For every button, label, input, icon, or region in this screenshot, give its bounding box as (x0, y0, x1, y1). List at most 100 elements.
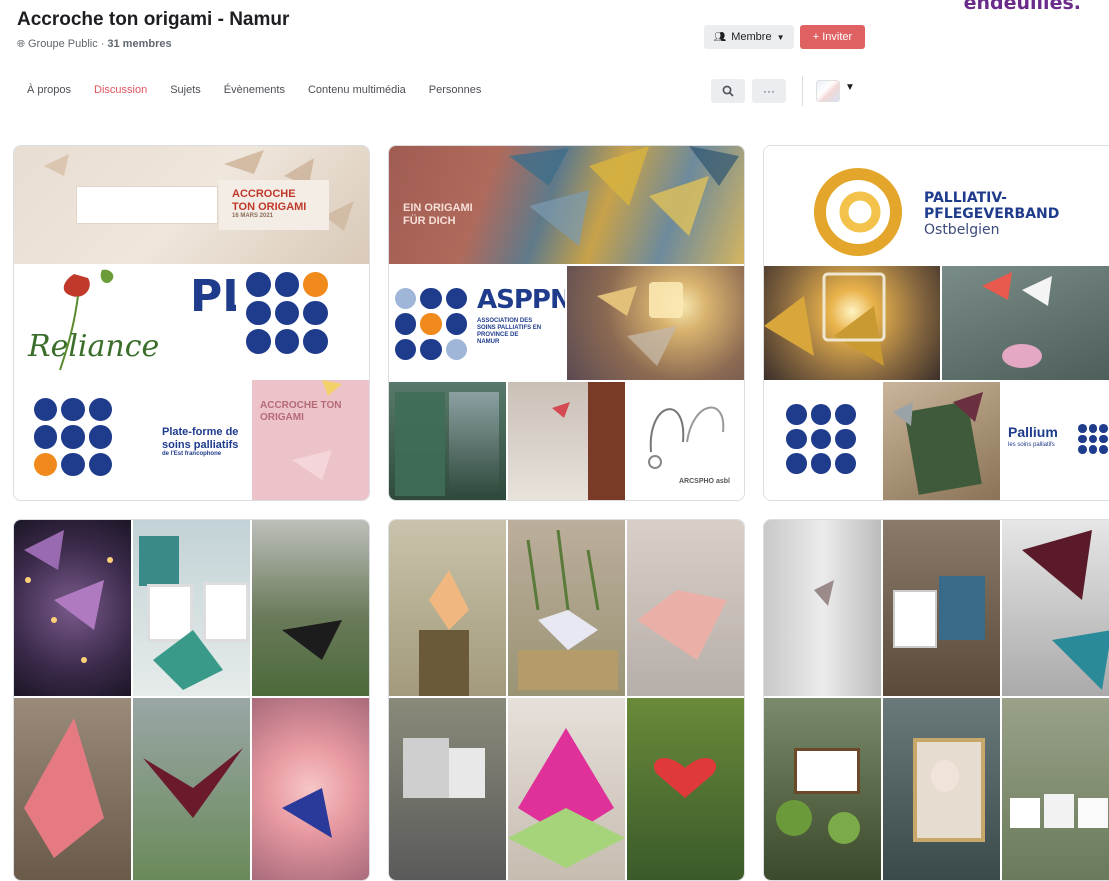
post-photo[interactable] (14, 520, 131, 696)
post-photo[interactable] (627, 698, 744, 880)
post-photo[interactable] (883, 698, 1000, 880)
post-photo[interactable] (764, 382, 881, 500)
post-photo[interactable]: ARCSPHO asbl (627, 382, 744, 500)
logo-dots (246, 272, 328, 354)
caret-down-icon: ▼ (776, 32, 785, 42)
member-button[interactable]: 👥︎ Membre ▼ (704, 25, 794, 49)
group-avatar[interactable] (816, 80, 840, 102)
member-button-label: Membre (731, 31, 772, 43)
post-photo[interactable] (133, 698, 250, 880)
group-subtitle: 🌐︎ Groupe Public · 31 membres (17, 38, 172, 50)
logo-dot (420, 288, 442, 310)
photo-post-card[interactable]: ACCROCHE TON ORIGAMI 16 MARS 2021 Relian… (13, 145, 370, 501)
logo-dot (810, 428, 832, 450)
post-photo[interactable]: ASPPN ASSOCIATION DES SOINS PALLIATIFS E… (389, 266, 565, 380)
origami-crane-icon (893, 392, 983, 426)
tab-a-propos[interactable]: À propos (27, 84, 71, 96)
origami-crane-icon (518, 529, 618, 690)
post-photo[interactable] (252, 520, 369, 696)
invite-button[interactable]: + Inviter (800, 25, 865, 49)
post-photo[interactable]: EIN ORIGAMI FÜR DICH (389, 146, 744, 264)
logo-dot (34, 398, 58, 422)
post-photo[interactable] (1002, 698, 1109, 880)
origami-crane-icon (143, 748, 243, 818)
origami-crane-icon (24, 718, 104, 858)
group-tabs: À propos Discussion Sujets Évènements Co… (27, 84, 481, 96)
search-button[interactable] (711, 79, 745, 103)
caret-down-icon[interactable]: ▼ (845, 82, 855, 93)
logo-dot (274, 300, 300, 326)
photo-post-card[interactable] (763, 519, 1109, 881)
post-photo[interactable] (133, 520, 250, 696)
more-options-button[interactable]: ··· (752, 79, 786, 103)
logo-dot (1078, 445, 1087, 454)
asppn-line2: SOINS PALLIATIFS EN (477, 324, 542, 331)
post-photo[interactable]: PALLIATIV- PFLEGEVERBAND Ostbelgien (764, 146, 1109, 264)
globe-icon: 🌐︎ (17, 38, 25, 50)
logo-dots (1078, 424, 1108, 454)
photo-post-card[interactable]: EIN ORIGAMI FÜR DICH ASPPN ASSOCIATION D… (388, 145, 745, 501)
logo-dot (61, 425, 85, 449)
post-photo[interactable] (14, 698, 131, 880)
logo-dot (303, 300, 328, 326)
photo-post-card[interactable]: PALLIATIV- PFLEGEVERBAND Ostbelgien Pall… (763, 145, 1109, 501)
post-photo[interactable] (252, 698, 369, 880)
logo-dot (1078, 424, 1087, 433)
post-photo[interactable] (236, 266, 369, 378)
asppn-line1: ASSOCIATION DES (477, 318, 533, 324)
post-photo[interactable] (883, 382, 1000, 500)
post-photo[interactable] (764, 266, 940, 380)
post-photo[interactable] (508, 520, 625, 696)
logo-dot (1078, 434, 1087, 444)
logo-dot (835, 404, 856, 425)
post-photo[interactable] (567, 266, 744, 380)
tab-sujets[interactable]: Sujets (170, 84, 201, 96)
post-photo[interactable]: ACCROCHE TON ORIGAMI (252, 380, 369, 500)
post-photo[interactable] (764, 520, 881, 696)
post-photo[interactable] (508, 382, 625, 500)
origami-crane-icon (282, 620, 342, 660)
photo-post-card[interactable] (388, 519, 745, 881)
logo-dot (246, 329, 271, 354)
origami-crane-icon (153, 630, 223, 690)
origami-lotus-icon (508, 728, 625, 868)
post-photo[interactable] (508, 698, 625, 880)
logo-dot (1099, 434, 1108, 444)
origami-crane-icon (814, 580, 834, 606)
post-photo[interactable] (627, 520, 744, 696)
tab-discussion[interactable]: Discussion (94, 84, 147, 96)
post-photo[interactable] (389, 520, 506, 696)
post-photo[interactable]: Reliance PL (14, 266, 236, 378)
poster-title-line1: EIN ORIGAMI (403, 202, 473, 214)
post-photo[interactable] (764, 698, 881, 880)
post-photo[interactable] (883, 520, 1000, 696)
post-photo[interactable]: Plate-forme de soins palliatifs de l'Est… (14, 380, 250, 500)
post-photo[interactable] (942, 266, 1109, 380)
asppn-subtitle: ASSOCIATION DES SOINS PALLIATIFS EN PROV… (477, 318, 541, 346)
post-photo[interactable] (389, 382, 506, 500)
group-title[interactable]: Accroche ton origami - Namur (17, 9, 289, 31)
logo-dot (445, 338, 467, 360)
logo-dot (303, 272, 328, 297)
tab-evenements[interactable]: Évènements (224, 84, 285, 96)
post-photo[interactable]: Pallium les soins palliatifs (1002, 382, 1109, 500)
logo-dot (246, 272, 271, 297)
post-photo[interactable] (389, 698, 506, 880)
tab-contenu-multimedia[interactable]: Contenu multimédia (308, 84, 406, 96)
plateforme-line3: de l'Est francophone (162, 451, 222, 458)
post-photo[interactable]: ACCROCHE TON ORIGAMI 16 MARS 2021 (14, 146, 369, 264)
search-icon (722, 85, 734, 97)
logo-dot (274, 329, 300, 354)
tab-personnes[interactable]: Personnes (429, 84, 482, 96)
plateforme-text: Plate-forme de soins palliatifs de l'Est… (162, 426, 238, 458)
photo-post-card[interactable] (13, 519, 370, 881)
post-photo[interactable] (1002, 520, 1109, 696)
logo-dot (34, 425, 58, 449)
poster-title-line2: TON ORIGAMI (232, 200, 307, 213)
logo-dot (1088, 424, 1098, 433)
origami-crane-icon (982, 272, 1052, 368)
group-members-count[interactable]: 31 membres (107, 38, 171, 50)
origami-crane-icon (292, 380, 342, 480)
invite-button-label: Inviter (822, 31, 853, 43)
poster-title-line1: ACCROCHE (232, 188, 296, 200)
